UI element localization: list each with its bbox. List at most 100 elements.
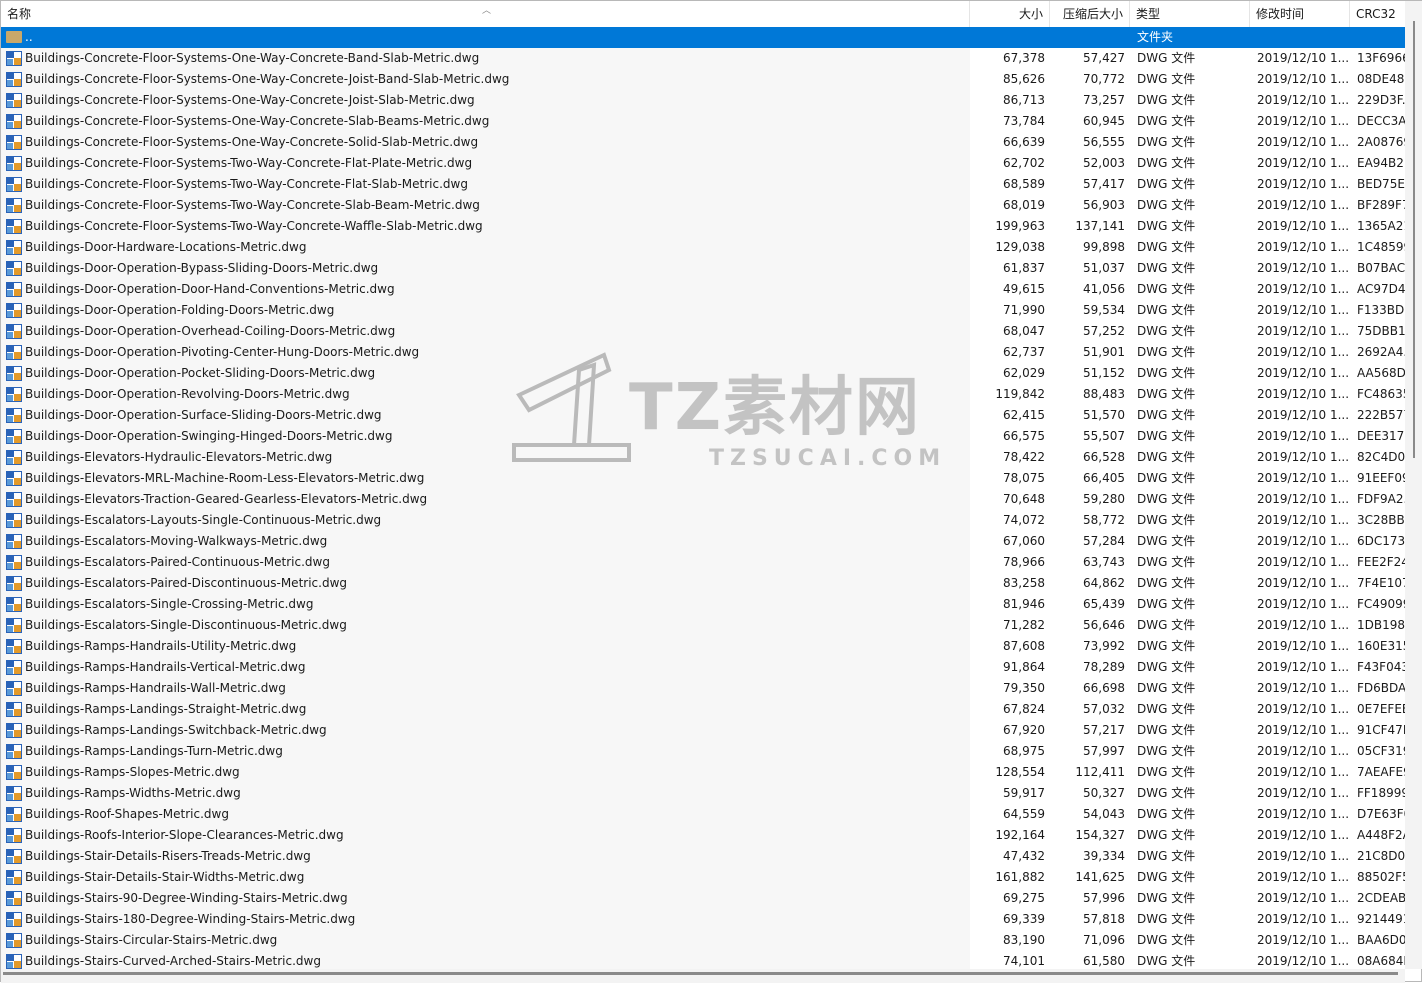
horizontal-scrollbar-thumb[interactable] (3, 972, 1398, 975)
file-modified: 2019/12/10 1... (1257, 93, 1349, 107)
file-row[interactable]: Buildings-Ramps-Widths-Metric.dwg 59,917 5… (1, 783, 1405, 804)
file-row[interactable]: Buildings-Door-Operation-Swinging-Hinged… (1, 426, 1405, 447)
file-row[interactable]: Buildings-Roof-Shapes-Metric.dwg 64,559 54… (1, 804, 1405, 825)
file-type: DWG 文件 (1137, 303, 1196, 317)
file-row[interactable]: Buildings-Stairs-90-Degree-Winding-Stair… (1, 888, 1405, 909)
file-row[interactable]: Buildings-Stairs-Curved-Arched-Stairs-Me… (1, 951, 1405, 969)
file-crc32: BAA6D0 (1357, 933, 1405, 947)
file-row[interactable]: Buildings-Escalators-Paired-Continuous-M… (1, 552, 1405, 573)
file-row[interactable]: Buildings-Ramps-Handrails-Vertical-Metri… (1, 657, 1405, 678)
file-row[interactable]: Buildings-Door-Operation-Pivoting-Center… (1, 342, 1405, 363)
file-name: Buildings-Elevators-MRL-Machine-Room-Les… (25, 471, 425, 485)
file-row[interactable]: Buildings-Door-Operation-Pocket-Sliding-… (1, 363, 1405, 384)
file-row[interactable]: Buildings-Elevators-Hydraulic-Elevators-… (1, 447, 1405, 468)
file-size: 74,101 (1003, 954, 1045, 968)
file-row[interactable]: Buildings-Door-Hardware-Locations-Metric… (1, 237, 1405, 258)
file-packed-size: 56,903 (1083, 198, 1125, 212)
file-list: .. 文件夹 Buildings-Concrete-Floor-Systems-… (1, 27, 1405, 969)
column-header-type[interactable]: 类型 (1130, 1, 1250, 27)
parent-folder-row[interactable]: .. 文件夹 (1, 27, 1405, 48)
file-row[interactable]: Buildings-Stair-Details-Risers-Treads-Me… (1, 846, 1405, 867)
file-packed-size: 57,417 (1083, 177, 1125, 191)
dwg-file-icon (6, 345, 22, 360)
file-size: 62,702 (1003, 156, 1045, 170)
file-row[interactable]: Buildings-Ramps-Handrails-Utility-Metric… (1, 636, 1405, 657)
file-type: DWG 文件 (1137, 807, 1196, 821)
file-row[interactable]: Buildings-Escalators-Moving-Walkways-Met… (1, 531, 1405, 552)
file-row[interactable]: Buildings-Concrete-Floor-Systems-One-Way… (1, 69, 1405, 90)
column-header-name[interactable]: 名称 ︿ (1, 1, 970, 27)
file-packed-size: 73,257 (1083, 93, 1125, 107)
file-size: 86,713 (1003, 93, 1045, 107)
file-row[interactable]: Buildings-Concrete-Floor-Systems-Two-Way… (1, 153, 1405, 174)
column-header-crc32[interactable]: CRC32 (1350, 1, 1405, 27)
file-row[interactable]: Buildings-Concrete-Floor-Systems-One-Way… (1, 90, 1405, 111)
column-header-size[interactable]: 大小 (970, 1, 1050, 27)
file-name: Buildings-Door-Operation-Door-Hand-Conve… (25, 282, 395, 296)
file-row[interactable]: Buildings-Concrete-Floor-Systems-Two-Way… (1, 195, 1405, 216)
file-row[interactable]: Buildings-Ramps-Handrails-Wall-Metric.dw… (1, 678, 1405, 699)
file-row[interactable]: Buildings-Stair-Details-Stair-Widths-Met… (1, 867, 1405, 888)
file-modified: 2019/12/10 1... (1257, 513, 1349, 527)
file-size: 85,626 (1003, 72, 1045, 86)
file-modified: 2019/12/10 1... (1257, 282, 1349, 296)
file-row[interactable]: Buildings-Ramps-Slopes-Metric.dwg 128,554… (1, 762, 1405, 783)
file-row[interactable]: Buildings-Ramps-Landings-Switchback-Metr… (1, 720, 1405, 741)
file-row[interactable]: Buildings-Door-Operation-Bypass-Sliding-… (1, 258, 1405, 279)
file-packed-size: 55,507 (1083, 429, 1125, 443)
file-modified: 2019/12/10 1... (1257, 156, 1349, 170)
column-header-modified[interactable]: 修改时间 (1250, 1, 1350, 27)
file-packed-size: 56,646 (1083, 618, 1125, 632)
file-packed-size: 65,439 (1083, 597, 1125, 611)
file-crc32: 08A684F (1357, 954, 1405, 968)
file-row[interactable]: Buildings-Concrete-Floor-Systems-Two-Way… (1, 216, 1405, 237)
dwg-file-icon (6, 219, 22, 234)
file-row[interactable]: Buildings-Door-Operation-Revolving-Doors… (1, 384, 1405, 405)
file-name: Buildings-Ramps-Landings-Turn-Metric.dwg (25, 744, 283, 758)
file-size: 78,075 (1003, 471, 1045, 485)
file-crc32: 2A08769 (1357, 135, 1405, 149)
column-header-packed-size[interactable]: 压缩后大小 (1050, 1, 1130, 27)
file-name: Buildings-Door-Operation-Bypass-Sliding-… (25, 261, 379, 275)
file-name: Buildings-Concrete-Floor-Systems-Two-Way… (25, 219, 483, 233)
file-name: Buildings-Stairs-Circular-Stairs-Metric.… (25, 933, 278, 947)
file-row[interactable]: Buildings-Stairs-Circular-Stairs-Metric.… (1, 930, 1405, 951)
file-modified: 2019/12/10 1... (1257, 807, 1349, 821)
file-size: 119,842 (995, 387, 1045, 401)
file-row[interactable]: Buildings-Door-Operation-Door-Hand-Conve… (1, 279, 1405, 300)
file-row[interactable]: Buildings-Ramps-Landings-Turn-Metric.dwg… (1, 741, 1405, 762)
file-row[interactable]: Buildings-Elevators-Traction-Geared-Gear… (1, 489, 1405, 510)
file-type: DWG 文件 (1137, 912, 1196, 926)
file-packed-size: 99,898 (1083, 240, 1125, 254)
file-size: 79,350 (1003, 681, 1045, 695)
file-row[interactable]: Buildings-Stairs-180-Degree-Winding-Stai… (1, 909, 1405, 930)
file-row[interactable]: Buildings-Door-Operation-Surface-Sliding… (1, 405, 1405, 426)
file-crc32: 21C8D0. (1357, 849, 1405, 863)
file-row[interactable]: Buildings-Ramps-Landings-Straight-Metric… (1, 699, 1405, 720)
file-type: DWG 文件 (1137, 177, 1196, 191)
file-row[interactable]: Buildings-Roofs-Interior-Slope-Clearance… (1, 825, 1405, 846)
file-row[interactable]: Buildings-Door-Operation-Folding-Doors-M… (1, 300, 1405, 321)
file-row[interactable]: Buildings-Concrete-Floor-Systems-Two-Way… (1, 174, 1405, 195)
file-row[interactable]: Buildings-Concrete-Floor-Systems-One-Way… (1, 48, 1405, 69)
horizontal-scrollbar[interactable] (1, 969, 1405, 983)
file-row[interactable]: Buildings-Door-Operation-Overhead-Coilin… (1, 321, 1405, 342)
vertical-scrollbar-thumb[interactable] (1413, 21, 1415, 458)
file-type: DWG 文件 (1137, 387, 1196, 401)
file-name: Buildings-Door-Hardware-Locations-Metric… (25, 240, 307, 254)
dwg-file-icon (6, 387, 22, 402)
dwg-file-icon (6, 870, 22, 885)
file-row[interactable]: Buildings-Escalators-Paired-Discontinuou… (1, 573, 1405, 594)
file-row[interactable]: Buildings-Elevators-MRL-Machine-Room-Les… (1, 468, 1405, 489)
file-row[interactable]: Buildings-Escalators-Layouts-Single-Cont… (1, 510, 1405, 531)
vertical-scrollbar[interactable] (1405, 1, 1422, 969)
file-row[interactable]: Buildings-Escalators-Single-Discontinuou… (1, 615, 1405, 636)
file-row[interactable]: Buildings-Concrete-Floor-Systems-One-Way… (1, 132, 1405, 153)
file-packed-size: 52,003 (1083, 156, 1125, 170)
file-row[interactable]: Buildings-Concrete-Floor-Systems-One-Way… (1, 111, 1405, 132)
file-row[interactable]: Buildings-Escalators-Single-Crossing-Met… (1, 594, 1405, 615)
file-type: DWG 文件 (1137, 408, 1196, 422)
dwg-file-icon (6, 723, 22, 738)
file-packed-size: 57,427 (1083, 51, 1125, 65)
file-crc32: 1C48599 (1357, 240, 1405, 254)
